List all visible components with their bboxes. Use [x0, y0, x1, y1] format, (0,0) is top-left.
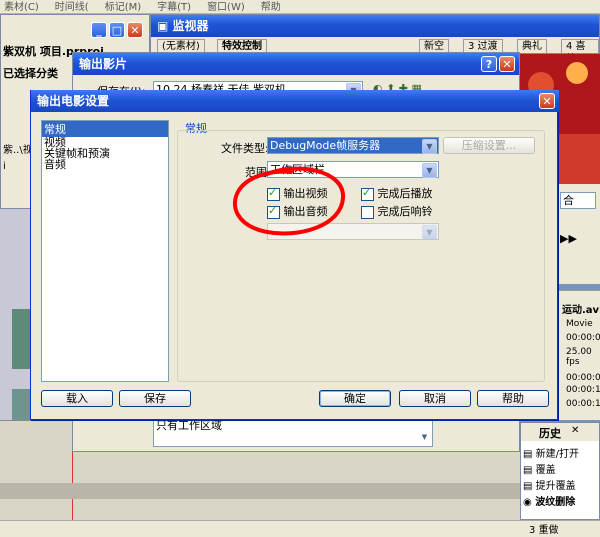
settings-nav-list: 常规 视频 关键帧和预演 音频 [41, 120, 169, 382]
monitor-dropdown[interactable]: 合 [560, 192, 596, 209]
history-panel: 历史 ✕ ▤ 新建/打开 ▤ 覆盖 ▤ 提升覆盖 ◉ 波纹删除 3 重做 [520, 422, 600, 536]
export-settings-close-icon[interactable]: ✕ [539, 93, 555, 109]
menu-bar: 素材(C) 时间线( 标记(M) 字幕(T) 窗口(W) 帮助 [0, 0, 600, 14]
tab-no-clip[interactable]: (无素材) [157, 39, 205, 53]
lantern-decoration-2 [566, 62, 588, 84]
history-item[interactable]: ▤ 覆盖 [523, 461, 556, 476]
history-item[interactable]: ▤ 新建/打开 [523, 445, 579, 460]
clip-span: 00:00:15 [566, 399, 600, 409]
tab-effect-controls[interactable]: 特效控制 [217, 39, 267, 53]
export-movie-close-icon[interactable]: ✕ [499, 56, 515, 72]
close-icon[interactable]: ✕ [127, 22, 143, 38]
clip-duration: 00:00:05 [566, 333, 600, 343]
load-button[interactable]: 载入 [41, 390, 113, 407]
play-after-checkbox[interactable]: 完成后播放 [361, 185, 433, 201]
project-selected-label: 已选择分类 [3, 67, 58, 80]
menu-window[interactable]: 窗口(W) [203, 1, 245, 14]
beep-after-label: 完成后响铃 [377, 205, 433, 218]
clip-type: Movie [566, 319, 593, 329]
checkbox-icon[interactable] [361, 186, 374, 201]
tab-transition[interactable]: 3 过渡 [463, 39, 503, 53]
export-settings-title: 输出电影设置 [37, 94, 110, 108]
help-button[interactable]: 帮助 [477, 390, 549, 407]
clip-fps: 25.00 fps [566, 347, 592, 367]
menu-clip[interactable]: 素材(C) [0, 1, 39, 14]
status-bar [0, 520, 600, 537]
file-type-dropdown[interactable]: DebugMode帧服务器 ▼ [267, 137, 439, 154]
menu-marker[interactable]: 标记(M) [101, 1, 141, 14]
beep-after-checkbox[interactable]: 完成后响铃 [361, 203, 433, 219]
project-row-label: i [3, 161, 6, 172]
checkbox-icon[interactable] [361, 205, 374, 219]
minimize-icon[interactable]: _ [91, 22, 107, 38]
tab-wedding[interactable]: 4 喜鋐 [561, 39, 599, 65]
red-annotation-circle [233, 166, 346, 236]
history-title: 历史 [539, 427, 561, 440]
history-footer: 3 重做 [529, 525, 559, 536]
chevron-down-icon: ▼ [421, 433, 428, 441]
maximize-icon[interactable]: □ [109, 22, 125, 38]
nav-item-general[interactable]: 常规 [42, 121, 168, 137]
play-after-label: 完成后播放 [377, 187, 433, 200]
timeline-track [0, 483, 520, 499]
tab-new[interactable]: 新空 [419, 39, 449, 53]
compress-settings-button[interactable]: 压缩设置... [443, 137, 535, 154]
save-button[interactable]: 保存 [119, 390, 191, 407]
history-item[interactable]: ▤ 提升覆盖 [523, 477, 576, 492]
help-icon[interactable]: ? [481, 56, 497, 72]
chevron-down-icon: ▼ [422, 139, 437, 154]
menu-help[interactable]: 帮助 [257, 1, 281, 14]
menu-timeline[interactable]: 时间线( [51, 1, 89, 14]
timeline-thumb [12, 309, 30, 369]
export-settings-titlebar: 输出电影设置 [31, 90, 559, 112]
nav-item-audio[interactable]: 音频 [42, 159, 168, 170]
clip-name: 运动.avi [562, 305, 600, 316]
monitor-title: 监视器 [172, 19, 209, 33]
cancel-button[interactable]: 取消 [399, 390, 471, 407]
ok-button[interactable]: 确定 [319, 390, 391, 407]
tab-ceremony[interactable]: 典礼 [517, 39, 547, 53]
history-item-current[interactable]: ◉ 波纹删除 [523, 493, 575, 508]
history-close-icon[interactable]: ✕ [571, 425, 579, 436]
monitor-panel: ▣ 监视器 (无素材) 特效控制 新空 3 过渡 典礼 4 喜鋐 [150, 14, 600, 65]
play-icon[interactable]: ▶▶ [560, 232, 577, 245]
menu-title[interactable]: 字幕(T) [153, 1, 191, 14]
chevron-down-icon: ▼ [422, 225, 437, 240]
chevron-down-icon: ▼ [422, 163, 437, 178]
export-movie-titlebar: 输出影片 [73, 53, 519, 75]
export-movie-title: 输出影片 [79, 57, 128, 71]
clip-out: 00:00:10 [566, 385, 600, 395]
clip-in: 00:00:05 [566, 373, 600, 383]
monitor-titlebar: ▣ 监视器 [151, 15, 599, 37]
history-header: 历史 ✕ [521, 423, 599, 441]
file-type-label: 文件类型: [221, 142, 269, 155]
monitor-icon: ▣ [157, 19, 169, 33]
export-settings-dialog: 输出电影设置 ✕ 常规 视频 关键帧和预演 音频 常规 文件类型: DebugM… [30, 90, 559, 420]
